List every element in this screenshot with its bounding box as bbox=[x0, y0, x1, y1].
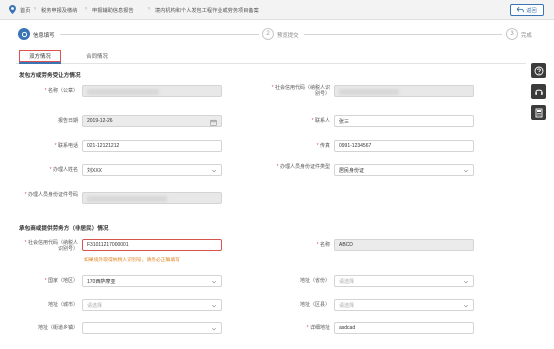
credit-code-hint: 如果境外取得纳税人识别号，请务必正确填写 bbox=[84, 258, 180, 263]
tab-contract[interactable]: 合同情况 bbox=[76, 50, 118, 62]
report-date-field[interactable]: 2019-12-26 bbox=[82, 115, 222, 127]
country-label: * 国家（地区） bbox=[44, 278, 78, 284]
breadcrumb-item-tax-filing[interactable]: 税务申报及缴纳 bbox=[41, 7, 77, 14]
district-label: 地址（区县） bbox=[299, 302, 330, 308]
phone-label: * 联系电话 bbox=[54, 143, 78, 149]
breadcrumb-home[interactable]: 首页 bbox=[20, 7, 30, 14]
provider-name-value: ABCD bbox=[339, 242, 353, 248]
contact-label: * 联系人 bbox=[311, 118, 330, 124]
redacted-value bbox=[87, 196, 167, 202]
breadcrumb-separator: › bbox=[148, 6, 150, 12]
step-2-circle: 2 bbox=[262, 28, 274, 40]
redacted-value bbox=[87, 89, 159, 95]
step-indicator: 信息填写 2 预览提交 3 完成 bbox=[0, 28, 554, 42]
chevron-down-icon bbox=[463, 280, 469, 284]
detail-address-label: * 详细地址 bbox=[306, 325, 330, 331]
provider-credit-code-label: * 社会信用代码（纳税人识别号） bbox=[24, 240, 78, 252]
section-title-contractor: 发包方或劳务受让方情况 bbox=[19, 73, 81, 79]
tab-parties[interactable]: 双方情况 bbox=[19, 50, 61, 62]
help-icon bbox=[534, 66, 543, 75]
handler-name-select[interactable]: 刘XXX bbox=[82, 164, 222, 176]
provider-credit-code-value: F31011217000001 bbox=[87, 242, 129, 248]
calculator-icon bbox=[535, 108, 542, 117]
section-title-provider: 承包商或提供劳务方（非居民）情况 bbox=[19, 226, 109, 232]
chevron-down-icon bbox=[211, 169, 217, 173]
calculator-button[interactable] bbox=[531, 105, 546, 120]
province-placeholder: 请选择 bbox=[339, 278, 355, 285]
provider-name-field[interactable]: ABCD bbox=[334, 239, 474, 251]
handler-id-type-value: 居民身份证 bbox=[339, 167, 365, 174]
chevron-down-icon bbox=[211, 280, 217, 284]
handler-id-type-label: * 办理人员身份证件类型 bbox=[276, 164, 330, 170]
phone-field[interactable]: 021-12121212 bbox=[82, 140, 222, 152]
step-3-circle: 3 bbox=[506, 28, 518, 40]
chevron-down-icon bbox=[463, 169, 469, 173]
fax-label: * 传真 bbox=[316, 143, 330, 149]
breadcrumb-item-current: 境内机构和个人发包工程作业或劳务项目备案 bbox=[155, 8, 259, 14]
province-label: 地址（省份） bbox=[299, 278, 330, 284]
calendar-icon[interactable] bbox=[210, 119, 217, 126]
location-pin-icon bbox=[9, 5, 16, 14]
check-icon bbox=[21, 31, 27, 37]
undo-icon bbox=[517, 7, 525, 13]
redacted-value bbox=[339, 89, 399, 95]
breadcrumb-separator: › bbox=[34, 6, 36, 12]
breadcrumb-bar: 首页 › 税务申报及缴纳 › 申报辅助信息报告 › 境内机构和个人发包工程作业或… bbox=[0, 0, 554, 20]
fax-value: 0991-1234567 bbox=[339, 143, 372, 149]
report-date-label: 报告日期 bbox=[57, 118, 78, 124]
chevron-down-icon bbox=[211, 327, 217, 331]
handler-name-value: 刘XXX bbox=[87, 167, 103, 174]
handler-id-no-label: * 办理人员身份证件号码 bbox=[24, 192, 78, 198]
contact-value: 张三 bbox=[339, 118, 350, 125]
fax-field[interactable]: 0991-1234567 bbox=[334, 140, 474, 152]
city-placeholder: 请选择 bbox=[87, 302, 103, 309]
handler-id-no-field[interactable] bbox=[82, 192, 222, 204]
breadcrumb-separator: › bbox=[85, 6, 87, 12]
report-date-value: 2019-12-26 bbox=[87, 118, 113, 124]
step-connector bbox=[60, 34, 259, 35]
credit-code-field bbox=[334, 85, 474, 97]
detail-address-value: asdcad bbox=[339, 325, 356, 331]
detail-address-field[interactable]: asdcad bbox=[334, 322, 474, 334]
tab-active-indicator bbox=[19, 62, 61, 64]
customer-service-button[interactable] bbox=[531, 84, 546, 99]
street-label: 地址（街道乡镇） bbox=[37, 325, 78, 331]
headset-icon bbox=[534, 89, 543, 95]
city-label: 地址（城市） bbox=[47, 302, 78, 308]
chevron-down-icon bbox=[463, 304, 469, 308]
handler-id-type-select[interactable]: 居民身份证 bbox=[334, 164, 474, 176]
breadcrumb-item-report[interactable]: 申报辅助信息报告 bbox=[92, 7, 134, 14]
province-select[interactable]: 请选择 bbox=[334, 275, 474, 287]
country-select[interactable]: 170西萨摩亚 bbox=[82, 275, 222, 287]
credit-code-label: * 社会信用代码（纳税人识别号） bbox=[271, 85, 330, 97]
name-field bbox=[82, 85, 222, 97]
name-label: * 名称（公章） bbox=[44, 88, 78, 94]
chevron-down-icon bbox=[211, 304, 217, 308]
street-select[interactable] bbox=[82, 322, 222, 334]
provider-credit-code-field[interactable]: F31011217000001 bbox=[82, 239, 222, 251]
step-3-label: 完成 bbox=[521, 33, 532, 39]
back-button[interactable]: 返回 bbox=[510, 4, 544, 16]
district-placeholder: 请选择 bbox=[339, 302, 355, 309]
city-select[interactable]: 请选择 bbox=[82, 299, 222, 311]
help-button[interactable] bbox=[531, 63, 546, 78]
step-1-circle bbox=[18, 28, 30, 40]
tab-divider bbox=[16, 63, 526, 64]
contact-field[interactable]: 张三 bbox=[334, 115, 474, 127]
handler-name-label: * 办理人姓名 bbox=[49, 167, 78, 173]
district-select[interactable]: 请选择 bbox=[334, 299, 474, 311]
step-2-label: 预览提交 bbox=[277, 33, 299, 39]
step-connector bbox=[304, 34, 502, 35]
back-button-label: 返回 bbox=[526, 7, 537, 14]
country-value: 170西萨摩亚 bbox=[87, 278, 116, 285]
step-1-label: 信息填写 bbox=[33, 33, 55, 39]
phone-value: 021-12121212 bbox=[87, 143, 120, 149]
provider-name-label: * 名称 bbox=[316, 242, 330, 248]
